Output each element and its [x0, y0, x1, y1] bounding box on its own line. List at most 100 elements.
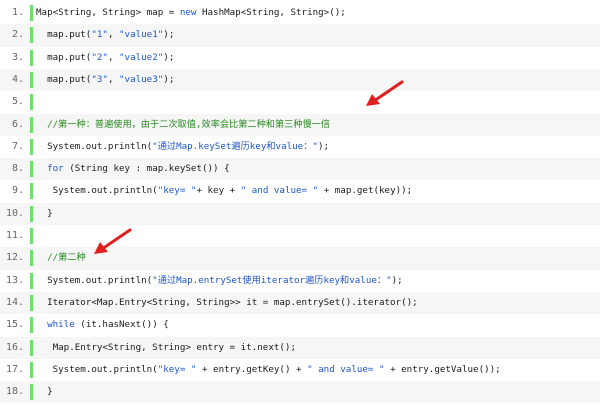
- code-token: System.out.println(: [36, 363, 158, 375]
- line-number: 12.: [5, 252, 24, 264]
- line-number: 4.: [11, 73, 24, 85]
- line-number: 9.: [11, 185, 24, 197]
- line-number: 1.: [11, 7, 24, 18]
- code-token: new: [179, 7, 197, 18]
- code-text: System.out.println("key= "+ key + " and …: [36, 180, 413, 202]
- line-number: 16.: [5, 341, 24, 353]
- gutter-bar: [30, 250, 33, 267]
- code-text: map.put("1", "value1");: [36, 24, 174, 46]
- code-text: System.out.println("通过Map.keySet遍历key和va…: [36, 136, 329, 158]
- code-token: (it.hasNext()) {: [74, 319, 169, 331]
- gutter-bar: [30, 361, 33, 378]
- line-number: 3.: [11, 51, 24, 63]
- code-line: 3. map.put("2", "value2");: [0, 47, 600, 69]
- code-token: Iterator<Map.Entry<String, String>> it =…: [36, 296, 418, 308]
- code-line: 13. System.out.println("通过Map.entrySet使用…: [0, 270, 600, 292]
- gutter-bar: [30, 272, 33, 289]
- line-number: 14.: [5, 296, 24, 308]
- gutter-bar: [30, 49, 33, 66]
- code-token: + entry.getKey() +: [196, 363, 308, 375]
- code-token: "key= ": [157, 185, 197, 197]
- gutter-bar: [30, 339, 33, 356]
- code-token: "value3": [119, 73, 164, 85]
- code-token: "value1": [119, 29, 164, 41]
- code-token: }: [36, 207, 53, 219]
- code-token: "1": [91, 29, 108, 41]
- code-text: Map<String, String> map = new HashMap<St…: [36, 2, 346, 24]
- gutter-bar: [30, 27, 33, 44]
- line-number: 2.: [11, 29, 24, 41]
- code-token: while: [47, 319, 75, 331]
- code-text: //第一种：普遍使用，由于二次取值,效率会比第二种和第三种慢一倍: [36, 114, 330, 136]
- code-text: //第二种: [36, 247, 86, 269]
- gutter-bar: [30, 317, 33, 334]
- code-line: 2. map.put("1", "value1");: [0, 24, 600, 47]
- code-token: );: [391, 274, 403, 286]
- code-token: + key +: [196, 185, 241, 197]
- code-line: 6. //第一种：普遍使用，由于二次取值,效率会比第二种和第三种慢一倍: [0, 113, 600, 136]
- code-token: }: [36, 386, 53, 398]
- code-token: "value2": [119, 51, 164, 63]
- code-token: Map.Entry<String, String> entry = it.nex…: [36, 341, 296, 353]
- code-token: HashMap<String, String>();: [196, 7, 346, 18]
- gutter-bar: [30, 116, 33, 133]
- code-token: map.put(: [36, 29, 92, 41]
- code-text: Map.Entry<String, String> entry = it.nex…: [36, 337, 296, 359]
- code-token: " and value= ": [240, 185, 319, 197]
- code-token: //第二种: [36, 252, 86, 264]
- code-line: 18. }: [0, 381, 600, 404]
- code-line: 5.: [0, 91, 600, 113]
- code-line: 10. }: [0, 202, 600, 225]
- gutter-bar: [30, 71, 33, 88]
- gutter-bar: [30, 94, 33, 111]
- line-number: 11.: [5, 230, 24, 241]
- code-line: 17. System.out.println("key= " + entry.g…: [0, 359, 600, 381]
- code-line: 16. Map.Entry<String, String> entry = it…: [0, 336, 600, 359]
- code-token: //第一种：普遍使用，由于二次取值,效率会比第二种和第三种慢一倍: [36, 118, 331, 130]
- gutter-bar: [30, 294, 33, 311]
- code-token: "2": [91, 51, 108, 63]
- code-line: 1. Map<String, String> map = new HashMap<…: [0, 2, 600, 24]
- code-line: 14. Iterator<Map.Entry<String, String>> …: [0, 291, 600, 315]
- line-number: 15.: [5, 319, 24, 331]
- code-text: map.put("3", "value3");: [36, 69, 174, 91]
- code-token: map.put(: [36, 51, 92, 63]
- code-token: " and value= ": [307, 363, 385, 375]
- code-text: System.out.println("通过Map.entrySet使用iter…: [36, 270, 403, 292]
- code-text: map.put("2", "value2");: [36, 47, 174, 69]
- gutter-bar: [30, 205, 33, 222]
- code-token: System.out.println(: [36, 274, 153, 286]
- line-number: 17.: [5, 363, 24, 375]
- code-text: Iterator<Map.Entry<String, String>> it =…: [36, 292, 418, 314]
- code-token: for: [47, 163, 64, 175]
- code-token: ,: [107, 73, 120, 85]
- code-block: 1. Map<String, String> map = new HashMap<…: [0, 0, 600, 405]
- code-token: );: [163, 73, 175, 85]
- gutter-bar: [30, 161, 33, 178]
- gutter-bar: [30, 228, 33, 244]
- code-token: System.out.println(: [36, 185, 158, 197]
- annotation-arrow-icon: [366, 80, 404, 106]
- gutter-bar: [30, 183, 33, 200]
- code-token: + entry.getValue());: [384, 363, 501, 375]
- line-number: 7.: [11, 140, 24, 152]
- code-line: 9. System.out.println("key= "+ key + " a…: [0, 180, 600, 202]
- line-number: 5.: [11, 96, 24, 108]
- code-text: }: [36, 203, 53, 225]
- code-text: for (String key : map.keySet()) {: [36, 158, 230, 180]
- code-text: while (it.hasNext()) {: [36, 314, 169, 336]
- code-token: "3": [91, 73, 108, 85]
- code-text: }: [36, 381, 53, 403]
- code-token: + map.get(key));: [318, 185, 413, 197]
- code-line: 15. while (it.hasNext()) {: [0, 314, 600, 336]
- gutter-bar: [30, 384, 33, 401]
- gutter-bar: [30, 5, 33, 21]
- code-token: );: [317, 140, 330, 152]
- code-token: (String key : map.keySet()) {: [63, 163, 230, 175]
- line-number: 6.: [11, 118, 24, 130]
- code-token: "通过Map.entrySet使用iterator遍历key和value：": [152, 274, 392, 286]
- code-token: );: [163, 29, 175, 41]
- code-line: 4. map.put("3", "value3");: [0, 68, 600, 92]
